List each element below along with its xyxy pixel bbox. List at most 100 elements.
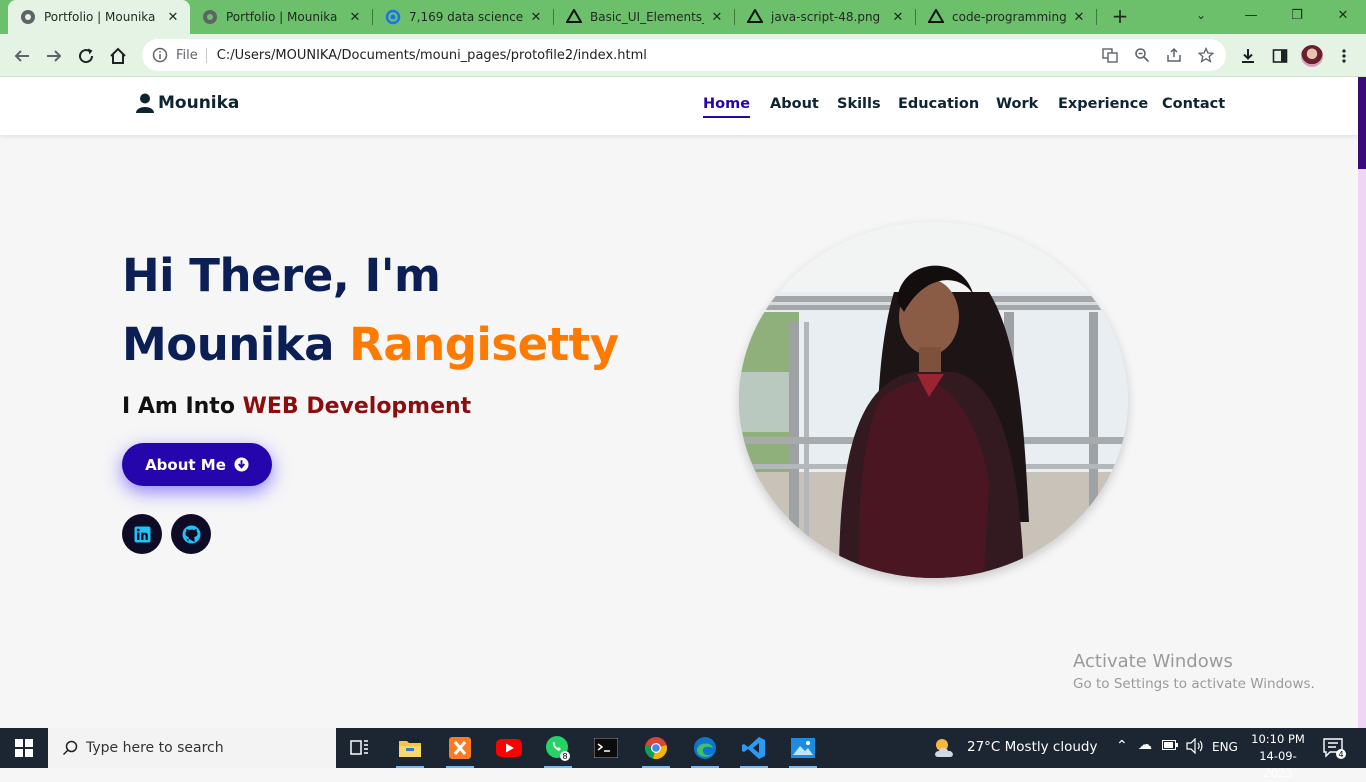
taskbar-search-box[interactable]: Type here to search	[48, 728, 336, 768]
hero-first-name: Mounika	[122, 318, 335, 371]
close-icon[interactable]: ✕	[710, 10, 724, 25]
scrollbar-thumb[interactable]	[1358, 77, 1366, 169]
portfolio-page: Mounika Home About Skills Education Work…	[0, 77, 1358, 728]
tab-portfolio-active[interactable]: Portfolio | Mounika Ra ✕	[8, 0, 190, 34]
close-icon[interactable]: ✕	[166, 10, 180, 25]
cloudy-weather-icon	[935, 739, 953, 757]
new-tab-button[interactable]: +	[1108, 4, 1132, 28]
forward-button[interactable]	[41, 43, 67, 69]
url-scheme: File	[176, 47, 207, 63]
drive-icon	[566, 9, 582, 23]
avatar	[1301, 45, 1323, 67]
nav-education[interactable]: Education	[898, 96, 979, 112]
more-vertical-icon	[1342, 49, 1346, 63]
watermark-title: Activate Windows	[1073, 651, 1233, 672]
url-text[interactable]: C:/Users/MOUNIKA/Documents/mouni_pages/p…	[217, 48, 647, 63]
nav-skills[interactable]: Skills	[837, 96, 881, 112]
notification-count: 4	[1338, 750, 1343, 759]
photos-icon	[791, 738, 815, 758]
windows-taskbar: Type here to search 8 27°C Mostly cloudy…	[0, 728, 1366, 780]
youtube-icon	[496, 739, 522, 757]
vscode-button[interactable]	[740, 734, 768, 768]
home-button[interactable]	[105, 43, 131, 69]
about-me-button[interactable]: About Me	[122, 443, 272, 486]
show-hidden-icons-chevron-icon[interactable]: ⌃	[1116, 738, 1128, 754]
zoom-icon[interactable]	[1132, 45, 1152, 65]
close-icon[interactable]: ✕	[891, 10, 905, 25]
portrait-image	[739, 222, 1128, 578]
side-panel-button[interactable]	[1267, 43, 1293, 69]
side-panel-icon	[1272, 49, 1288, 63]
close-icon[interactable]: ✕	[348, 10, 362, 25]
nav-work[interactable]: Work	[996, 96, 1038, 112]
page-scrollbar[interactable]	[1358, 77, 1366, 728]
address-bar[interactable]: File C:/Users/MOUNIKA/Documents/mouni_pa…	[142, 39, 1226, 71]
site-header: Mounika Home About Skills Education Work…	[0, 77, 1358, 135]
browser-tab-bar: Portfolio | Mounika Ra ✕ Portfolio | Mou…	[0, 0, 1366, 34]
tab-java-script-png[interactable]: java-script-48.png (48 ✕	[735, 0, 915, 34]
xampp-icon	[449, 737, 471, 759]
chrome-button[interactable]	[642, 734, 670, 768]
xampp-button[interactable]	[446, 734, 474, 768]
close-icon[interactable]: ✕	[529, 10, 543, 25]
task-view-button[interactable]	[346, 734, 374, 762]
close-window-icon[interactable]: ✕	[1320, 0, 1366, 34]
github-button[interactable]	[171, 514, 211, 554]
taskbar-clock[interactable]: 10:10 PM 14-09-2023	[1250, 731, 1306, 782]
tab-code-programming[interactable]: code-programming-ja ✕	[916, 0, 1096, 34]
minimize-icon[interactable]: —	[1228, 0, 1274, 34]
share-icon[interactable]	[1164, 45, 1184, 65]
tab-title: code-programming-ja	[952, 10, 1066, 24]
reload-button[interactable]	[73, 43, 99, 69]
activate-windows-watermark: Activate Windows Go to Settings to activ…	[1073, 651, 1315, 692]
profile-button[interactable]	[1299, 43, 1325, 69]
nav-home[interactable]: Home	[703, 96, 751, 118]
weather-widget[interactable]	[932, 734, 960, 762]
notifications-button[interactable]: 4	[1320, 734, 1348, 762]
file-explorer-button[interactable]	[396, 734, 424, 768]
start-button[interactable]	[0, 728, 48, 768]
whatsapp-button[interactable]: 8	[544, 734, 572, 768]
arrow-circle-down-icon	[234, 457, 249, 472]
tab-basic-ui-elements[interactable]: Basic_UI_Elements_2.4 ✕	[554, 0, 734, 34]
youtube-button[interactable]	[495, 734, 523, 762]
tab-portfolio[interactable]: Portfolio | Mounika Ra ✕	[190, 0, 372, 34]
back-arrow-icon	[14, 50, 29, 62]
terminal-button[interactable]	[592, 734, 620, 762]
notification-icon: 4	[1323, 738, 1346, 759]
about-me-label: About Me	[145, 455, 226, 474]
tab-data-science-icons[interactable]: 7,169 data science ico ✕	[373, 0, 553, 34]
brand-name: Mounika	[158, 93, 240, 113]
bookmark-star-icon[interactable]	[1196, 45, 1216, 65]
weather-text[interactable]: 27°C Mostly cloudy	[967, 739, 1097, 755]
loading-icon	[385, 9, 401, 25]
downloads-button[interactable]	[1235, 43, 1261, 69]
info-icon[interactable]	[152, 47, 168, 63]
user-icon	[136, 93, 154, 113]
input-language[interactable]: ENG	[1212, 740, 1238, 754]
whatsapp-icon: 8	[546, 736, 570, 761]
back-button[interactable]	[9, 43, 35, 69]
globe-icon	[21, 10, 35, 24]
search-icon	[62, 740, 78, 756]
nav-experience[interactable]: Experience	[1058, 96, 1148, 112]
nav-contact[interactable]: Contact	[1162, 96, 1225, 112]
brand-logo[interactable]: Mounika	[136, 93, 239, 113]
onedrive-cloud-icon[interactable]: ☁	[1138, 737, 1152, 753]
clock-date: 14-09-2023	[1259, 749, 1297, 780]
close-icon[interactable]: ✕	[1072, 10, 1086, 25]
tab-title: 7,169 data science ico	[409, 10, 523, 24]
tab-title: Portfolio | Mounika Ra	[44, 10, 160, 24]
tab-separator	[1096, 9, 1097, 25]
nav-about[interactable]: About	[770, 96, 819, 112]
translate-icon[interactable]	[1100, 45, 1120, 65]
tab-search-icon[interactable]: ⌄	[1196, 8, 1206, 22]
restore-icon[interactable]: ❐	[1274, 0, 1320, 34]
photos-button[interactable]	[789, 734, 817, 768]
battery-icon[interactable]	[1162, 739, 1178, 755]
edge-button[interactable]	[691, 734, 719, 768]
menu-button[interactable]	[1331, 43, 1357, 69]
edge-icon	[694, 737, 716, 759]
volume-icon[interactable]	[1186, 737, 1204, 758]
linkedin-button[interactable]	[122, 514, 162, 554]
